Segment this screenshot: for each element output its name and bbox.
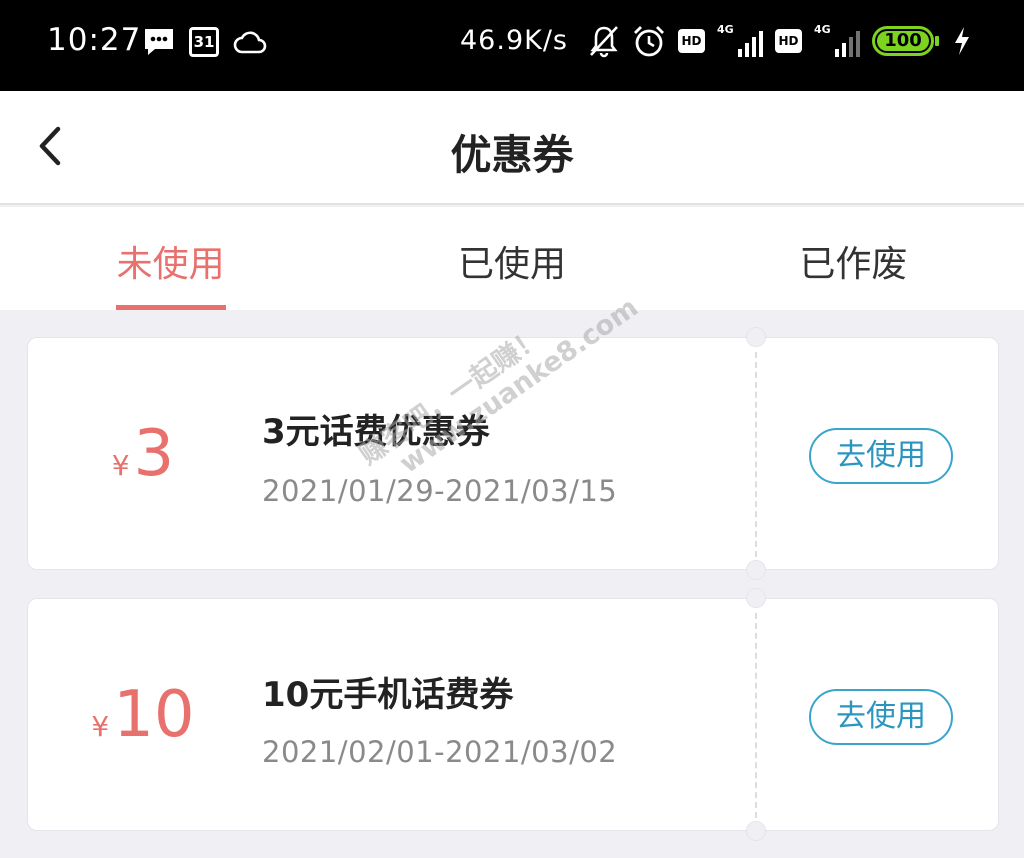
network-type: 4G	[717, 23, 734, 36]
coupon-divider	[755, 352, 757, 557]
calendar-icon: 31	[189, 27, 219, 57]
coupon-amount: ¥ 10	[28, 599, 258, 830]
battery-level: 100	[877, 31, 929, 51]
tab-bar: 未使用 已使用 已作废	[0, 207, 1024, 310]
tab-unused[interactable]: 未使用	[0, 207, 341, 310]
signal-icon-2: 4G	[814, 23, 860, 57]
tab-label: 已使用	[457, 244, 566, 285]
charging-icon	[955, 27, 969, 55]
status-time: 10:27	[47, 22, 142, 58]
amount-value: 3	[133, 416, 175, 491]
use-coupon-button[interactable]: 去使用	[809, 428, 953, 484]
status-left-icons: 31	[143, 27, 267, 57]
signal-icon: 4G	[717, 23, 763, 57]
mute-icon	[590, 26, 618, 58]
currency-symbol: ¥	[91, 710, 110, 743]
coupon-amount: ¥ 3	[28, 338, 258, 569]
cloud-icon	[233, 31, 267, 54]
coupon-date-range: 2021/01/29-2021/03/15	[262, 474, 618, 508]
coupon-card: ¥ 10 10元手机话费券 2021/02/01-2021/03/02 去使用	[27, 588, 999, 841]
coupon-divider	[755, 613, 757, 818]
coupon-date-range: 2021/02/01-2021/03/02	[262, 735, 618, 769]
coupon-title: 3元话费优惠券	[262, 412, 490, 452]
tab-label: 未使用	[116, 244, 225, 285]
coupon-notch	[746, 560, 766, 580]
network-type-2: 4G	[814, 23, 831, 36]
coupon-notch	[746, 821, 766, 841]
hd-badge: HD	[678, 29, 705, 53]
tab-label: 已作废	[799, 244, 908, 285]
tab-void[interactable]: 已作废	[683, 207, 1024, 310]
alarm-icon	[634, 26, 664, 57]
hd-badge-2: HD	[775, 29, 802, 53]
active-tab-indicator	[115, 305, 226, 310]
coupon-notch	[746, 327, 766, 347]
use-coupon-button[interactable]: 去使用	[809, 689, 953, 745]
page-title: 优惠券	[450, 131, 574, 179]
message-icon	[145, 29, 173, 55]
status-right-icons: HD 4G HD 4G 100	[588, 23, 972, 58]
coupon-card: ¥ 3 3元话费优惠券 2021/01/29-2021/03/15 去使用	[27, 327, 999, 580]
net-speed: 46.9K/s	[460, 25, 568, 56]
status-bar: 10:27 31 46.9K/s HD 4G HD 4G 100	[0, 0, 1024, 91]
currency-symbol: ¥	[111, 449, 130, 482]
amount-value: 10	[113, 677, 195, 752]
coupon-notch	[746, 588, 766, 608]
header: 优惠券	[0, 91, 1024, 205]
battery-icon: 100	[872, 26, 939, 56]
coupon-title: 10元手机话费券	[262, 675, 514, 715]
tab-used[interactable]: 已使用	[341, 207, 682, 310]
